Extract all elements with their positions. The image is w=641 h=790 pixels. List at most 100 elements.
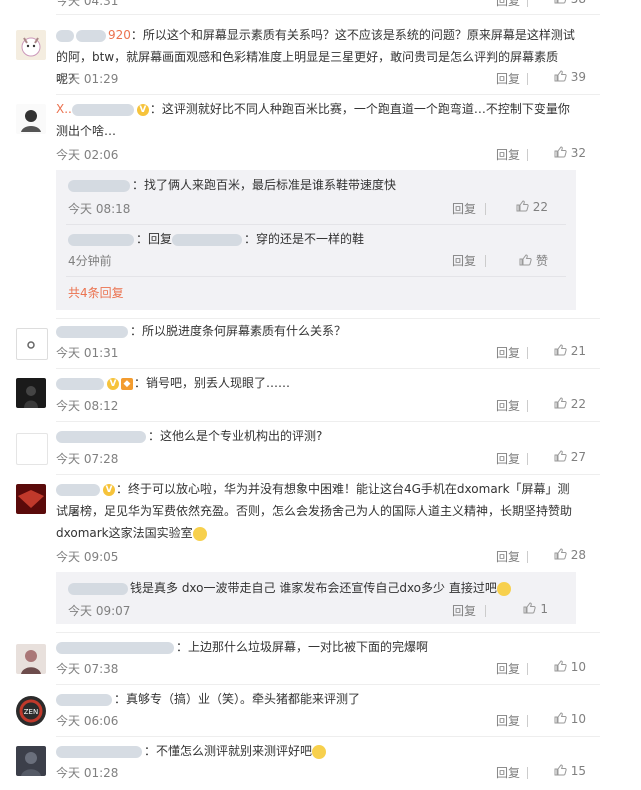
reply-button[interactable]: 回复 [496, 764, 520, 781]
sub-replies: ：找了俩人来跑百米，最后标准是谁系鞋带速度快 今天 08:18 回复 22 ：回… [56, 170, 576, 310]
username[interactable] [56, 376, 106, 390]
username[interactable] [56, 429, 148, 443]
comment-time: 今天 01:28 [56, 766, 119, 780]
divider [56, 318, 600, 319]
username[interactable] [68, 178, 132, 192]
reply-button[interactable]: 回复 [452, 252, 476, 269]
reply-button[interactable]: 回复 [496, 548, 520, 565]
thumbs-up-icon [554, 397, 567, 409]
comment-meta: 今天 02:06 回复 32 [56, 146, 586, 164]
username[interactable] [56, 744, 144, 758]
username[interactable] [68, 581, 130, 595]
reply-button[interactable]: 回复 [452, 602, 476, 619]
divider [56, 736, 600, 737]
comment-time: 今天 09:07 [68, 604, 131, 618]
like-button[interactable]: 10 [530, 712, 586, 726]
thumbs-up-icon [554, 344, 567, 356]
like-button[interactable]: 1 [492, 602, 548, 616]
username[interactable] [56, 640, 176, 654]
comment-meta: 今天 09:05 回复 28 [56, 548, 586, 566]
comment-text: ：所以脱进度条何屏幕素质有什么关系？ [56, 320, 576, 342]
username[interactable] [56, 324, 130, 338]
comment-time: 今天 02:06 [56, 148, 119, 162]
comment-meta: 今天 07:28 回复 27 [56, 450, 586, 468]
username[interactable] [172, 232, 244, 246]
divider [66, 224, 566, 225]
sub-replies: 钱是真多 dxo一波带走自己 谁家发布会还宣传自己dxo多少 直接过吧 今天 0… [56, 572, 576, 624]
username[interactable] [56, 692, 114, 706]
avatar[interactable] [16, 104, 46, 134]
comment-text: X.. V ：这评测就好比不同人种跑百米比赛，一个跑直道一个跑弯道…不控制下变量你测… [56, 102, 570, 138]
reply-button[interactable]: 回复 [496, 397, 520, 414]
comment-text: V ：终于可以放心啦，华为并没有想象中困难！能让这台4G手机在dxomark「屏幕… [56, 482, 573, 541]
username[interactable] [68, 232, 136, 246]
comment-meta: 今天 08:12 回复 22 [56, 397, 586, 415]
reply-button[interactable]: 回复 [452, 200, 476, 217]
sub-reply-meta: 今天 09:07 回复 1 [68, 602, 548, 620]
divider [56, 14, 600, 15]
avatar[interactable] [16, 644, 46, 674]
thumbs-up-icon [554, 764, 567, 776]
avatar[interactable] [16, 30, 46, 60]
like-button[interactable]: 15 [530, 764, 586, 778]
avatar[interactable] [16, 328, 48, 360]
sub-reply-text: ：找了俩人来跑百米，最后标准是谁系鞋带速度快 [68, 175, 568, 195]
sub-reply-text: ：回复 ：穿的还是不一样的鞋 [68, 229, 568, 249]
like-button[interactable]: 22 [530, 397, 586, 411]
like-button[interactable]: 32 [530, 146, 586, 160]
comment-text: ：上边那什么垃圾屏幕，一对比被下面的完爆啊 [56, 636, 576, 658]
reply-button[interactable]: 回复 [496, 660, 520, 677]
divider [56, 632, 600, 633]
comment-meta: 今天 07:38 回复 10 [56, 660, 586, 678]
reply-button[interactable]: 回复 [496, 70, 520, 87]
like-button[interactable]: 赞 [492, 252, 548, 269]
comment-text: ：真够专（搞）业（笑）。牵头猪都能来评测了 [56, 688, 576, 710]
comment-time: 今天 07:28 [56, 452, 119, 466]
emoji-icon [496, 581, 511, 596]
comment-text: ：不懂怎么测评就别来测评好吧 [56, 740, 576, 762]
partial-comment-meta: 今天 04:31 回复 58 [56, 0, 586, 10]
thumbs-up-icon [554, 548, 567, 560]
like-button[interactable]: 39 [530, 70, 586, 84]
comment-meta: 今天 01:28 回复 15 [56, 764, 586, 782]
divider [56, 94, 600, 95]
emoji-icon [192, 526, 207, 541]
reply-button[interactable]: 回复 [496, 450, 520, 467]
username[interactable] [56, 482, 102, 496]
like-button[interactable]: 21 [530, 344, 586, 358]
like-button[interactable]: 28 [530, 548, 586, 562]
avatar[interactable] [16, 746, 46, 776]
divider [66, 276, 566, 277]
username[interactable]: X.. [56, 102, 136, 116]
avatar[interactable] [16, 378, 46, 408]
thumbs-up-icon [554, 0, 566, 4]
comment-time: 今天 07:38 [56, 662, 119, 676]
like-button[interactable]: 10 [530, 660, 586, 674]
comment-time: 今天 01:29 [56, 72, 119, 86]
like-button[interactable]: 22 [492, 200, 548, 214]
comment-time: 今天 08:12 [56, 399, 119, 413]
username[interactable]: 920 [56, 28, 131, 42]
comment-list: 今天 04:31 回复 58 920：所以这个和屏幕显示素质有关系吗？这不应该是… [0, 0, 600, 790]
thumbs-up-icon [519, 254, 532, 266]
comment-text: ：这他么是个专业机构出的评测? [56, 425, 576, 447]
comment-meta: 今天 01:31 回复 21 [56, 344, 586, 362]
thumbs-up-icon [554, 70, 567, 82]
reply-button[interactable]: 回复 [496, 344, 520, 361]
sub-reply-meta: 今天 08:18 回复 22 [68, 200, 548, 218]
reply-button[interactable]: 回复 [496, 712, 520, 729]
comment-time: 今天 04:31 [56, 0, 119, 8]
emoji-icon [312, 744, 327, 759]
avatar[interactable] [16, 433, 48, 465]
avatar[interactable]: ZEN [16, 696, 46, 726]
like-button[interactable]: 58 [530, 0, 586, 6]
reply-button[interactable]: 回复 [496, 0, 520, 9]
more-replies-link[interactable]: 共4条回复 [68, 284, 124, 301]
avatar[interactable] [16, 484, 46, 514]
comment-time: 今天 09:05 [56, 550, 119, 564]
thumbs-up-icon [523, 602, 537, 614]
thumbs-up-icon [554, 146, 567, 158]
reply-button[interactable]: 回复 [496, 146, 520, 163]
thumbs-up-icon [554, 660, 567, 672]
like-button[interactable]: 27 [530, 450, 586, 464]
